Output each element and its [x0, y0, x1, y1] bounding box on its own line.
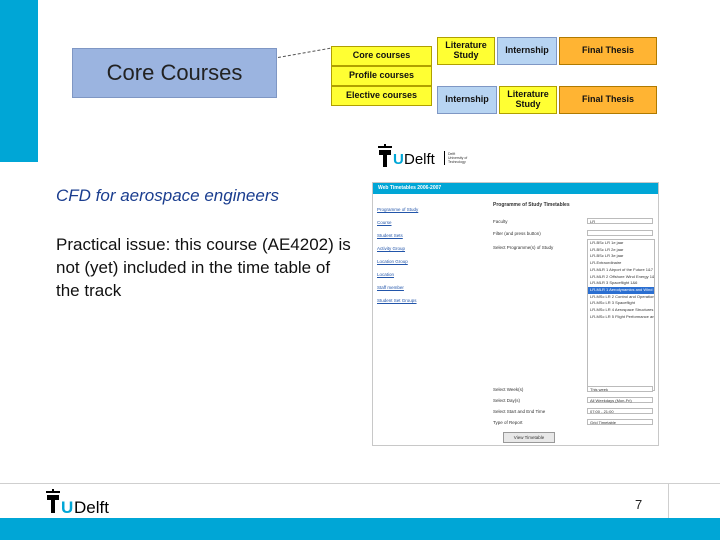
faculty-select[interactable]: LR [587, 218, 653, 224]
timetable-nav: Programme of Study Course Student Sets A… [377, 207, 469, 311]
footer-divider [0, 483, 720, 484]
week-select[interactable]: This week [587, 386, 653, 392]
list-item[interactable]: LR-Extraordinaire [588, 260, 654, 267]
box-label: Literature Study [445, 40, 487, 60]
footer-bar [0, 518, 720, 540]
day-select[interactable]: All Weekdays (Mon-Fri) [587, 397, 653, 403]
time-select[interactable]: 07:00 - 21:00 [587, 408, 653, 414]
page-number: 7 [635, 497, 643, 512]
track-row-profile: Profile courses [331, 66, 432, 86]
nav-link[interactable]: Student Sets [377, 233, 469, 238]
nav-link[interactable]: Programme of Study [377, 207, 469, 212]
literature-study-box: Literature Study [437, 37, 495, 65]
nav-link[interactable]: Student Set Groups [377, 298, 469, 303]
box-label: Final Thesis [581, 45, 634, 56]
nav-link[interactable]: Staff member [377, 285, 469, 290]
track-row-core: Core courses [331, 46, 432, 66]
literature-study-box: Literature Study [499, 86, 557, 114]
track-row-label: Elective courses [345, 90, 418, 101]
timetable-header: Web Timetables 2006-2007 [373, 183, 658, 194]
list-item[interactable]: LR-BSc LR 1e jaar [588, 240, 654, 247]
programme-listbox[interactable]: LR-BSc LR 1e jaar LR-BSc LR 2e jaar LR-B… [587, 239, 655, 391]
list-item[interactable]: LR-BSc LR 3e jaar [588, 253, 654, 260]
track-row-elective: Elective courses [331, 86, 432, 106]
view-timetable-button[interactable]: View Timetable [503, 432, 555, 443]
timetable-page-title: Programme of Study Timetables [493, 202, 570, 208]
list-item[interactable]: LR-MLR 3 Spaceflight 1&6 [588, 280, 654, 287]
nav-link[interactable]: Course [377, 220, 469, 225]
box-label: Final Thesis [581, 94, 634, 105]
issue-text: Practical issue: this course (AE4202) is… [56, 235, 351, 300]
svg-text:Delft: Delft [404, 151, 436, 168]
internship-box: Internship [497, 37, 557, 65]
list-item[interactable]: LR-BSc LR 2e jaar [588, 247, 654, 254]
faculty-label: Faculty [493, 219, 508, 224]
internship-box: Internship [437, 86, 497, 114]
list-item[interactable]: LR-MLR 2 Offshore Wind Energy 1&6 [588, 274, 654, 281]
core-courses-box: Core Courses [72, 48, 277, 98]
core-courses-label: Core Courses [106, 60, 243, 85]
report-select[interactable]: Grid Timetable [587, 419, 653, 425]
svg-text:U: U [61, 498, 73, 516]
option-label: Select Day(s) [493, 398, 521, 403]
nav-link[interactable]: Activity Group [377, 246, 469, 251]
tudelft-footer-logo: U Delft [46, 489, 109, 516]
accent-bar [0, 0, 38, 162]
box-label: Literature Study [507, 89, 549, 109]
nav-link[interactable]: Location Group [377, 259, 469, 264]
course-title: CFD for aerospace engineers [56, 186, 280, 205]
nav-link[interactable]: Location [377, 272, 469, 277]
box-label: Internship [445, 94, 489, 105]
select-programme-label: Select Programme(s) of Study [493, 245, 554, 250]
tudelft-logo: U Delft Delft University of Technology [378, 144, 467, 168]
final-thesis-box: Final Thesis [559, 37, 657, 65]
track-row-label: Profile courses [348, 70, 415, 81]
option-label: Select Week(s) [493, 387, 524, 392]
option-label: Type of Report [493, 420, 523, 425]
filter-input[interactable] [587, 230, 653, 236]
timetable-screenshot: Web Timetables 2006-2007 Programme of St… [372, 182, 659, 446]
track-row-label: Core courses [352, 50, 411, 61]
list-item[interactable]: LR-MSc LR 5 Flight Performance and Propu… [588, 314, 654, 321]
svg-text:Delft: Delft [74, 498, 109, 516]
list-item[interactable]: LR-MSc LR 3 Spaceflight [588, 300, 654, 307]
list-item[interactable]: LR-MSc LR 2 Control and Operations [588, 294, 654, 301]
option-label: Select Start and End Time [493, 409, 546, 414]
list-item[interactable]: LR-MLR 1 Airport of the Future 1&7 [588, 267, 654, 274]
svg-text:Technology: Technology [448, 160, 466, 164]
filter-label: Filter (and press button) [493, 231, 541, 236]
box-label: Internship [505, 45, 549, 56]
svg-text:U: U [393, 151, 404, 168]
connector-line [277, 47, 331, 58]
list-item-selected[interactable]: LR-MLR 1 Aerodynamics and Wind Energy [588, 286, 654, 294]
list-item[interactable]: LR-MSc LR 4 Aerospace Structures and Mat… [588, 307, 654, 314]
final-thesis-box: Final Thesis [559, 86, 657, 114]
